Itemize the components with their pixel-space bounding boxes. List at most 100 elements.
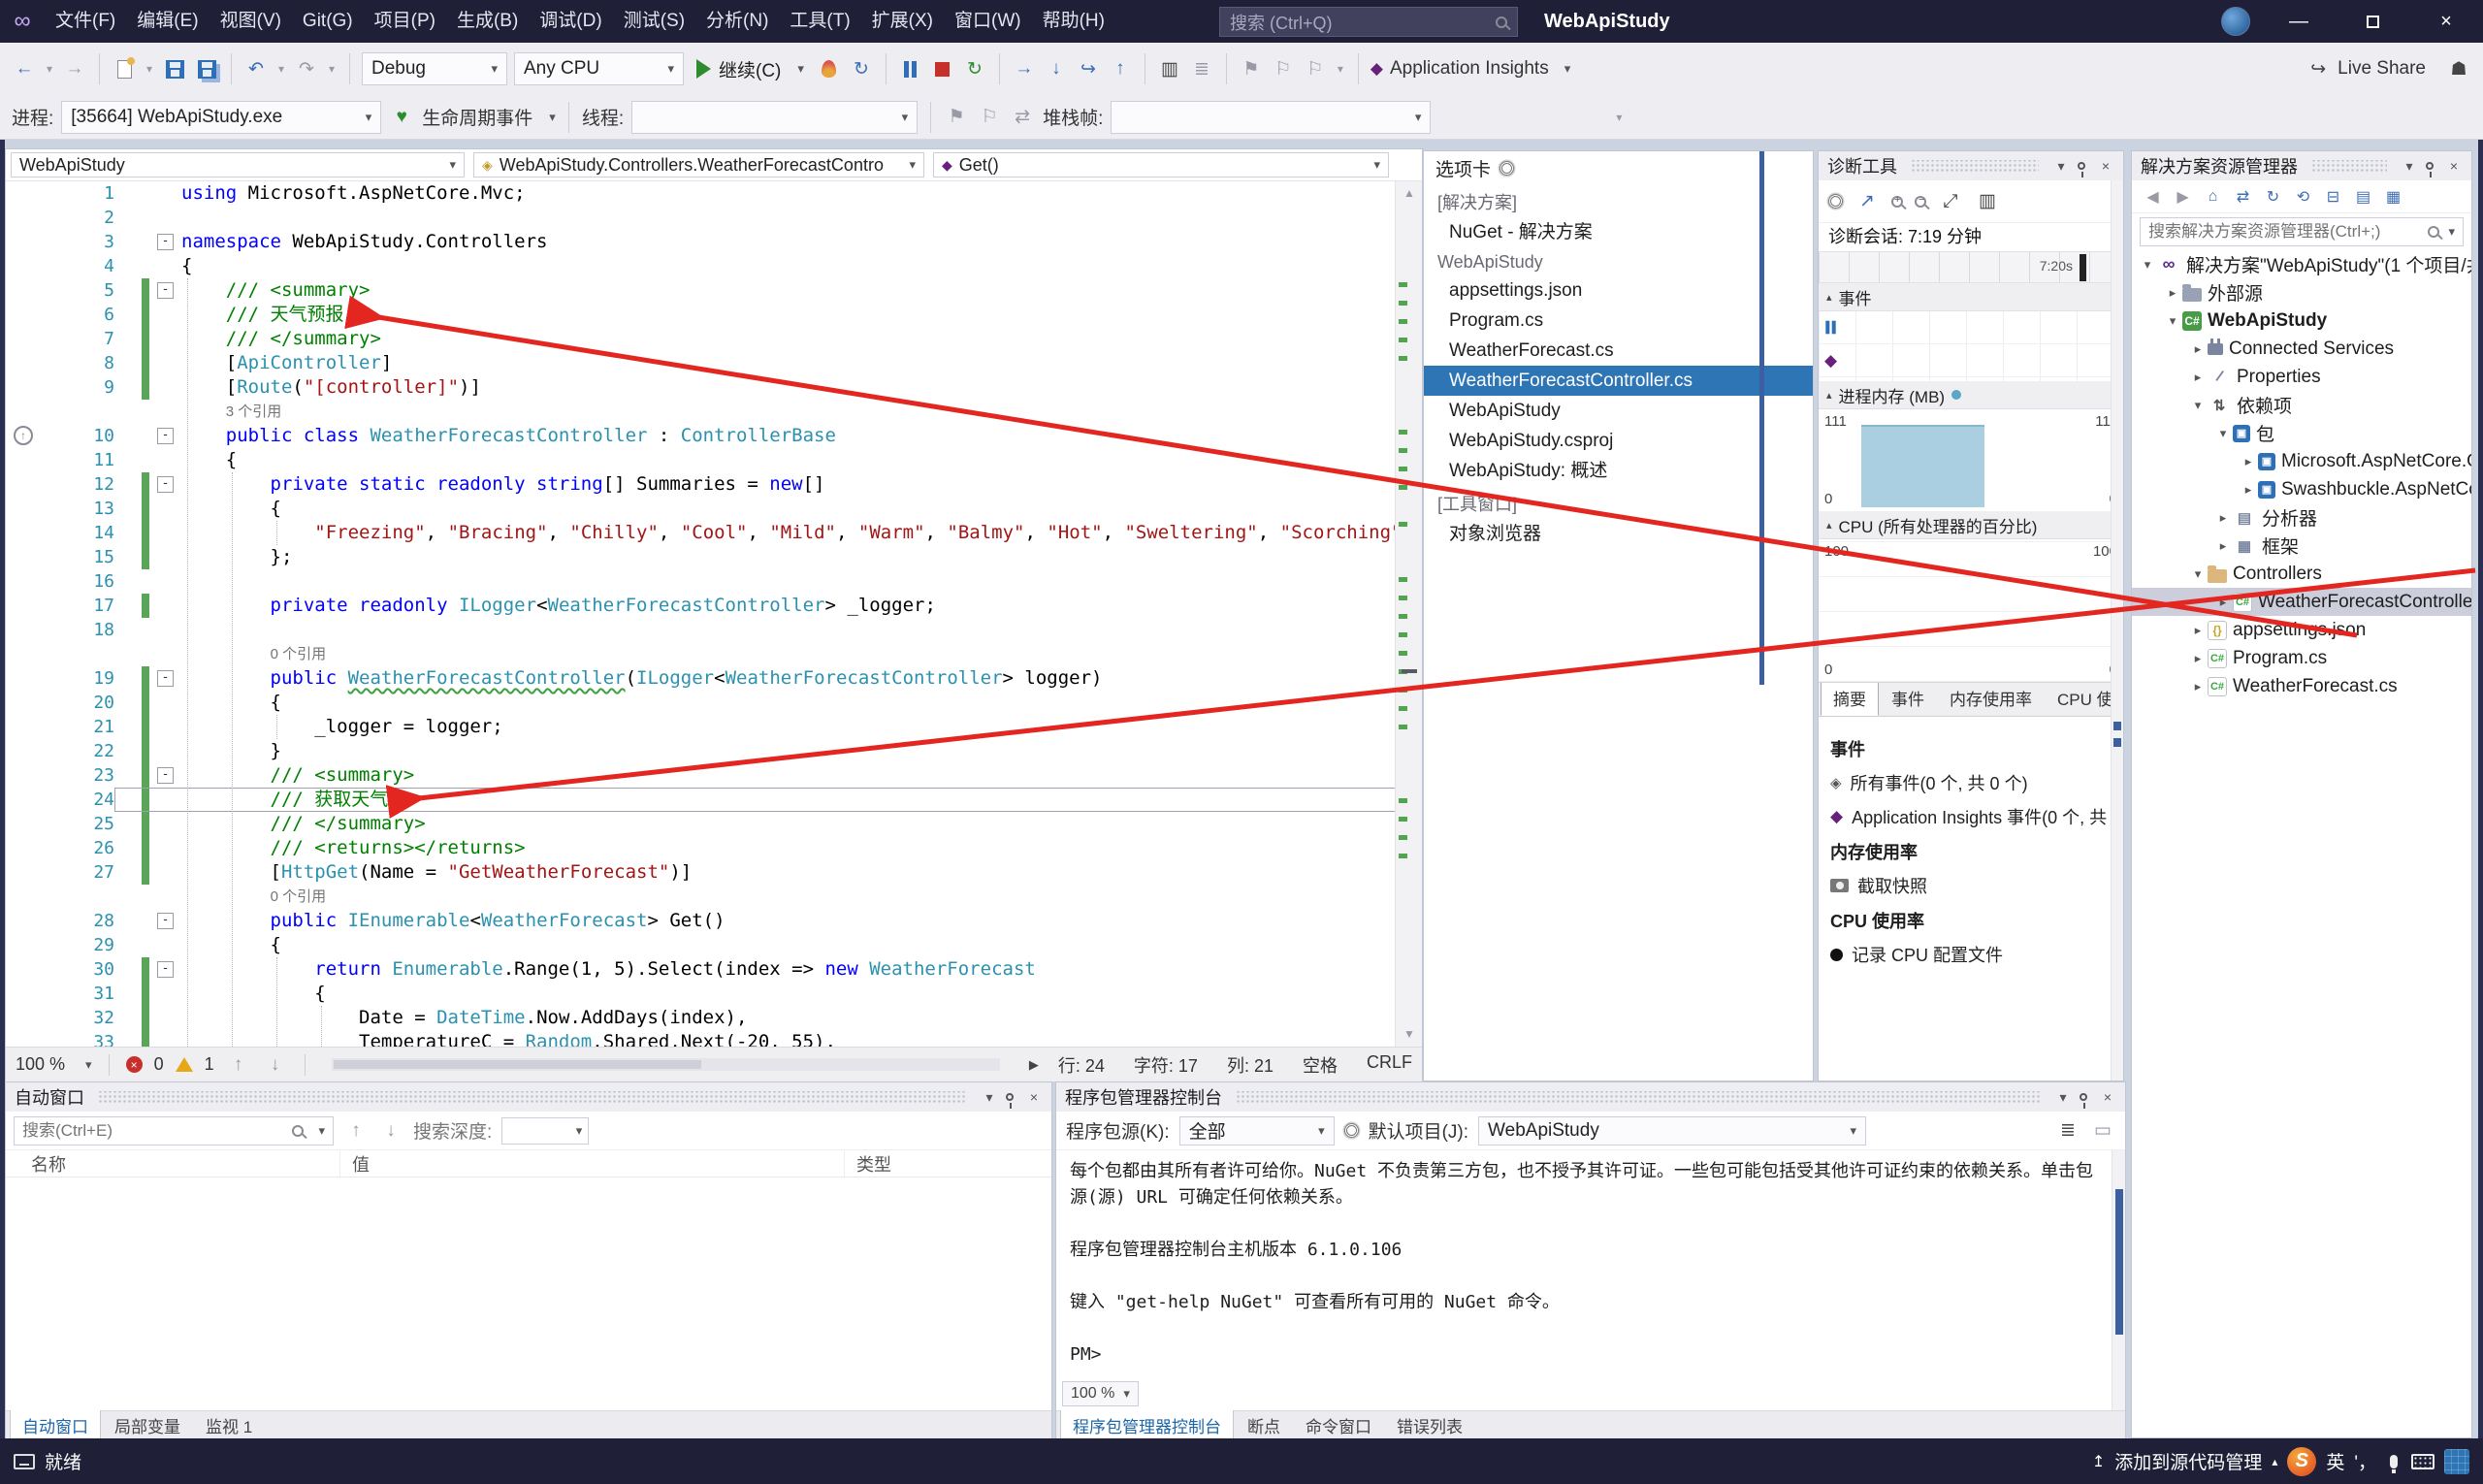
ime-language-icon[interactable]: 英 [2326,1448,2344,1474]
toggle-flagged-icon[interactable]: ⇄ [1010,101,1035,134]
close-icon[interactable]: × [2099,1089,2116,1105]
code-line-32[interactable]: 32 Date = DateTime.Now.AddDays(index), [6,1006,1422,1030]
close-icon[interactable]: × [1025,1089,1043,1105]
code-line-31[interactable]: 31 { [6,982,1422,1006]
code-line-12[interactable]: 12- private static readonly string[] Sum… [6,472,1422,497]
tree-item[interactable]: ▸ 外部源 [2132,278,2471,306]
code-line-8[interactable]: 8 [ApiController] [6,351,1422,375]
codelens-references[interactable]: 0 个引用 [114,885,327,909]
switch-views-icon[interactable]: ⇄ [2230,184,2256,210]
pmc-tab[interactable]: 命令窗口 [1294,1410,1383,1440]
zoom-in-icon[interactable] [1891,194,1903,208]
code-line-2[interactable]: 2 [6,206,1422,230]
tree-item[interactable]: ▸ ▦ 框架 [2132,532,2471,560]
feedback-icon[interactable]: ☗ [2446,52,2471,85]
new-file-caret[interactable]: ▾ [144,52,155,85]
new-file-icon[interactable] [112,52,137,85]
fold-marker[interactable]: - [157,282,174,299]
tabs-item[interactable]: 对象浏览器 [1424,519,1813,549]
maximize-button[interactable] [2336,0,2409,43]
expander-icon[interactable]: ▸ [2163,285,2182,301]
code-line-18[interactable]: 18 [6,618,1422,642]
tree-item[interactable]: ▸ C# WeatherForecast.cs [2132,672,2471,700]
code-line-24[interactable]: 24 /// 获取天气 [6,788,1422,812]
navigate-back-icon[interactable]: ← [12,52,37,85]
menu-item-11[interactable]: 窗口(W) [944,0,1032,43]
default-project-combo[interactable]: WebApiStudy ▾ [1478,1115,1867,1145]
ime-toolbox-icon[interactable] [2444,1448,2469,1474]
tree-item[interactable]: ▸▣ Swashbuckle.AspNetCore [2132,475,2471,503]
editor-vertical-scrollbar[interactable]: ▲ ▼ [1395,181,1422,1047]
stack-frame-combo[interactable]: ▾ [1111,100,1432,134]
collapse-all-icon[interactable]: ⊟ [2320,184,2346,210]
restart-app-icon[interactable]: ↻ [849,52,874,85]
fold-marker[interactable]: - [157,913,174,929]
bookmark-icon[interactable]: ⚑ [1239,52,1264,85]
tabs-item[interactable]: WebApiStudy.csproj [1424,426,1813,456]
navigate-back-caret[interactable]: ▾ [44,52,55,85]
column-header-2[interactable]: 类型 [845,1151,1051,1177]
code-line-11[interactable]: 11 { [6,448,1422,472]
autos-search-box[interactable]: ▾ [14,1115,334,1145]
expander-icon[interactable]: ▸ [2188,679,2208,694]
expander-icon[interactable]: ▸ [2188,341,2208,357]
ime-punctuation-icon[interactable]: '， [2354,1448,2376,1474]
code-area[interactable]: 1 using Microsoft.AspNetCore.Mvc; 2 3- names… [6,181,1422,1047]
navigate-forward-icon[interactable]: → [62,52,87,85]
code-line-4[interactable]: 4{ [6,254,1422,278]
take-snapshot-item[interactable]: 截取快照 [1830,873,2112,898]
menu-item-5[interactable]: 生成(B) [446,0,529,43]
tracked-change-pin-icon[interactable]: ↑ [14,426,33,445]
all-events-item[interactable]: ◈ 所有事件(0 个, 共 0 个) [1830,770,2112,795]
sogou-input-icon[interactable]: S [2287,1446,2317,1476]
tabs-item[interactable]: WeatherForecast.cs [1424,336,1813,366]
console-scrollbar[interactable] [2112,1150,2125,1410]
code-line-9[interactable]: 9 [Route("[controller]")] [6,375,1422,400]
codelens-row[interactable]: 0 个引用 [6,642,1422,666]
expander-icon[interactable]: ▸ [2213,595,2233,610]
redo-caret[interactable]: ▾ [326,52,338,85]
code-line-15[interactable]: 15 }; [6,545,1422,569]
lifecycle-events-caret[interactable]: ▾ [549,110,556,125]
prev-result-icon[interactable]: ↑ [343,1114,369,1147]
pmc-tab[interactable]: 程序包管理器控制台 [1060,1409,1234,1441]
home-icon[interactable]: ⌂ [2200,184,2226,210]
menu-item-9[interactable]: 工具(T) [779,0,860,43]
code-line-26[interactable]: 26 /// <returns></returns> [6,836,1422,860]
zoom-out-icon[interactable] [1915,194,1926,208]
tabs-item[interactable]: WebApiStudy [1424,396,1813,426]
application-insights-label[interactable]: Application Insights [1390,58,1549,80]
diagnostics-tab[interactable]: 事件 [1879,683,1937,716]
reset-view-icon[interactable]: ⤢ [1938,190,1963,213]
app-insights-events-item[interactable]: ◆ Application Insights 事件(0 个, 共 0 个) [1830,804,2112,829]
expander-icon[interactable]: ▸ [2213,538,2233,554]
break-all-icon[interactable] [898,52,923,85]
next-bookmark-icon[interactable]: ⚐ [1303,52,1328,85]
menu-item-12[interactable]: 帮助(H) [1032,0,1115,43]
undo-icon[interactable]: ↶ [243,52,269,85]
type-dropdown[interactable]: ◈ WebApiStudy.Controllers.WeatherForecas… [473,152,924,177]
restart-debugging-icon[interactable]: ↻ [962,52,987,85]
tree-item[interactable]: ▾ ▣ 包 [2132,419,2471,447]
tree-item[interactable]: ▸ Connected Services [2132,335,2471,363]
search-depth-combo[interactable]: ▾ [501,1116,590,1145]
menu-item-2[interactable]: 视图(V) [210,0,292,43]
window-position-caret[interactable]: ▾ [981,1089,998,1106]
pmc-tab[interactable]: 错误列表 [1385,1410,1474,1440]
scroll-down-icon[interactable]: ▼ [1396,1022,1422,1047]
close-button[interactable]: × [2409,0,2483,43]
codelens-references[interactable]: 3 个引用 [114,400,282,424]
codelens-references[interactable]: 0 个引用 [114,642,327,666]
code-line-13[interactable]: 13 { [6,497,1422,521]
timeline-ruler[interactable]: 7:20s [1819,251,2123,283]
tabs-item[interactable]: WeatherForecastController.cs [1424,366,1813,396]
pin-icon[interactable] [2426,162,2434,177]
window-position-caret[interactable]: ▾ [2052,158,2070,175]
code-line-23[interactable]: 23- /// <summary> [6,763,1422,788]
menu-item-10[interactable]: 扩展(X) [861,0,944,43]
bookmarks-caret[interactable]: ▾ [1335,52,1346,85]
expander-icon[interactable]: ▾ [2188,566,2208,582]
save-all-icon[interactable] [194,52,219,85]
expander-icon[interactable]: ▸ [2213,510,2233,526]
code-line-1[interactable]: 1 using Microsoft.AspNetCore.Mvc; [6,181,1422,206]
